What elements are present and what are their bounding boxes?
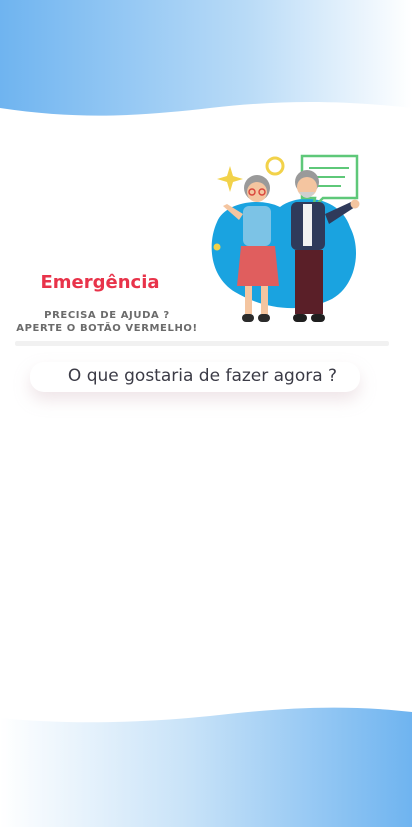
emergency-subtitle: PRECISA DE AJUDA ? APERTE O BOTÃO VERMEL… bbox=[12, 309, 202, 335]
elderly-couple-illustration bbox=[211, 154, 360, 322]
top-wave-decoration bbox=[0, 0, 412, 116]
question-heading: O que gostaria de fazer agora ? bbox=[67, 366, 338, 386]
emergency-subtitle-line1: PRECISA DE AJUDA ? bbox=[44, 310, 170, 321]
emergency-title[interactable]: Emergência bbox=[20, 272, 180, 293]
bottom-wave-decoration bbox=[0, 707, 412, 827]
emergency-subtitle-line2: APERTE O BOTÃO VERMELHO! bbox=[16, 323, 198, 334]
section-divider bbox=[15, 341, 389, 346]
